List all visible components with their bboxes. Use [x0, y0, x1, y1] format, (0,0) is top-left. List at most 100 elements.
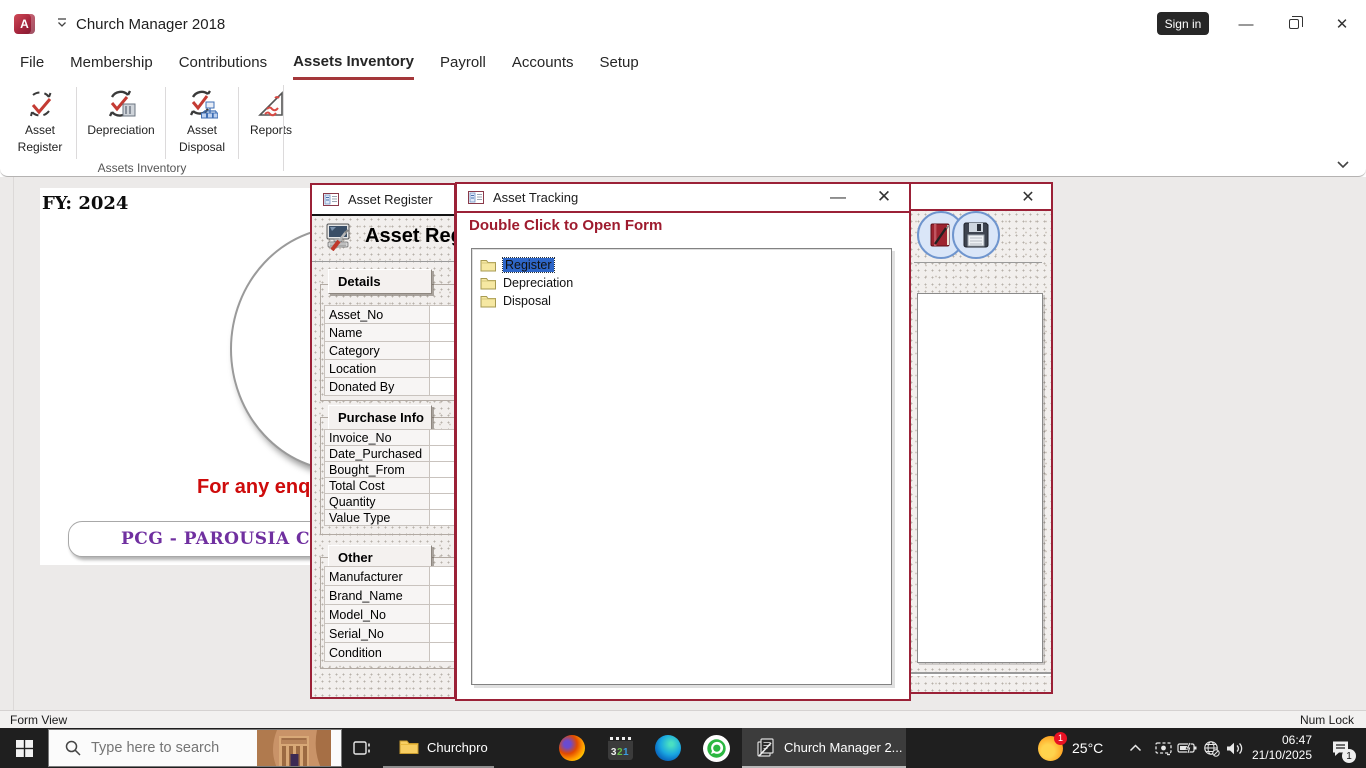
- field-row: Location: [324, 359, 456, 378]
- restore-button[interactable]: [1279, 10, 1309, 38]
- tab-contributions[interactable]: Contributions: [179, 48, 267, 80]
- church-banner-label: PCG - PAROUSIA C: [121, 529, 310, 549]
- depreciation-icon: [105, 88, 137, 120]
- sign-in-button[interactable]: Sign in: [1157, 12, 1209, 35]
- asset-register-button[interactable]: Asset Register: [8, 83, 72, 163]
- tree-item-register[interactable]: Register: [472, 256, 891, 274]
- asset-list-box[interactable]: [917, 293, 1043, 663]
- field-input[interactable]: [430, 604, 456, 624]
- notification-badge: 1: [1342, 749, 1356, 763]
- taskbar: Churchpro 321: [0, 728, 1366, 768]
- field-label: Category: [324, 341, 430, 360]
- field-label: Name: [324, 323, 430, 342]
- search-icon: [65, 740, 81, 756]
- minimize-button[interactable]: —: [1231, 10, 1261, 38]
- asset-register-header-title: Asset Reg: [365, 225, 456, 248]
- field-input[interactable]: [430, 509, 456, 526]
- start-button[interactable]: [0, 728, 48, 768]
- tab-assets-inventory[interactable]: Assets Inventory: [293, 48, 414, 80]
- tab-file[interactable]: File: [20, 48, 44, 80]
- tray-battery-button[interactable]: [1174, 728, 1200, 768]
- tree-item-depreciation[interactable]: Depreciation: [472, 274, 891, 292]
- reports-button[interactable]: Reports: [243, 83, 299, 163]
- tab-membership[interactable]: Membership: [70, 48, 153, 80]
- task-view-button[interactable]: [342, 728, 382, 768]
- clock-time: 06:47: [1282, 733, 1312, 748]
- taskbar-whatsapp-button[interactable]: [692, 728, 740, 768]
- field-input[interactable]: [430, 445, 456, 462]
- field-input[interactable]: [430, 477, 456, 494]
- field-input[interactable]: [430, 359, 456, 378]
- search-input[interactable]: [91, 740, 241, 756]
- field-label: Date_Purchased: [324, 445, 430, 462]
- search-highlight-image[interactable]: [257, 730, 331, 767]
- access-logo-icon: A: [14, 14, 35, 34]
- taskbar-weather-widget[interactable]: 1 25°C: [1038, 728, 1103, 768]
- minimize-window-button[interactable]: —: [827, 188, 849, 208]
- field-input[interactable]: [430, 305, 456, 324]
- tray-show-hidden-icons[interactable]: [1120, 728, 1150, 768]
- form-window-icon: [323, 193, 339, 206]
- field-input[interactable]: [430, 341, 456, 360]
- collapse-ribbon-icon[interactable]: [1336, 160, 1350, 169]
- asset-disposal-label-2: Disposal: [179, 140, 225, 154]
- field-row: Condition: [324, 642, 456, 662]
- taskbar-clock[interactable]: 06:47 21/10/2025: [1246, 728, 1312, 768]
- field-row: Category: [324, 341, 456, 360]
- field-input[interactable]: [430, 585, 456, 605]
- field-input[interactable]: [430, 377, 456, 396]
- asset-entry-window: ✕: [906, 182, 1053, 694]
- field-row: Invoice_No: [324, 429, 456, 446]
- depreciation-button[interactable]: Depreciation: [81, 83, 161, 163]
- asset-register-titlebar[interactable]: Asset Register: [312, 185, 454, 214]
- field-input[interactable]: [430, 623, 456, 643]
- field-input[interactable]: [430, 429, 456, 446]
- app-title: Church Manager 2018: [76, 16, 225, 33]
- tray-volume-button[interactable]: [1222, 728, 1248, 768]
- taskbar-media-player-button[interactable]: 321: [596, 728, 644, 768]
- field-input[interactable]: [430, 323, 456, 342]
- taskbar-churchpro-folder[interactable]: Churchpro: [383, 728, 494, 768]
- action-center-button[interactable]: 1: [1320, 728, 1360, 768]
- quick-access-dropdown-icon[interactable]: [56, 18, 68, 28]
- weather-temp-label: 25°C: [1072, 740, 1103, 756]
- media-player-321-icon: 321: [608, 736, 633, 760]
- asset-register-label-2: Register: [18, 140, 63, 154]
- tray-network-button[interactable]: [1198, 728, 1224, 768]
- tray-cast-display-button[interactable]: [1150, 728, 1176, 768]
- tab-setup[interactable]: Setup: [600, 48, 639, 80]
- taskbar-search-box[interactable]: [48, 729, 342, 767]
- field-input[interactable]: [430, 642, 456, 662]
- divider: [908, 672, 1051, 674]
- taskbar-church-manager-button[interactable]: Church Manager 2...: [742, 728, 906, 768]
- field-label: Model_No: [324, 604, 430, 624]
- field-label: Invoice_No: [324, 429, 430, 446]
- close-window-button[interactable]: ✕: [873, 186, 895, 208]
- field-input[interactable]: [430, 461, 456, 478]
- tab-payroll[interactable]: Payroll: [440, 48, 486, 80]
- taskbar-firefox-button[interactable]: [548, 728, 596, 768]
- fiscal-year-label: FY: 2024: [42, 193, 128, 214]
- asset-disposal-label-1: Asset: [187, 123, 217, 137]
- close-app-button[interactable]: ✕: [1327, 10, 1357, 38]
- field-input[interactable]: [430, 566, 456, 586]
- tab-accounts[interactable]: Accounts: [512, 48, 574, 80]
- details-section-header: Details: [328, 269, 432, 294]
- tree-item-label: Register: [503, 258, 554, 272]
- tree-item-disposal[interactable]: Disposal: [472, 292, 891, 310]
- field-row: Name: [324, 323, 456, 342]
- save-button[interactable]: [952, 211, 1000, 259]
- folder-icon: [480, 276, 497, 290]
- field-input[interactable]: [430, 493, 456, 510]
- save-icon: [962, 221, 990, 249]
- firefox-icon: [559, 735, 585, 761]
- taskbar-folder-label: Churchpro: [427, 740, 488, 755]
- asset-disposal-button[interactable]: Asset Disposal: [170, 83, 234, 163]
- close-window-button[interactable]: ✕: [1018, 187, 1038, 207]
- asset-register-window: Asset Register Asset Reg: [310, 183, 456, 699]
- field-label: Brand_Name: [324, 585, 430, 605]
- ribbon-tab-bar: File Membership Contributions Assets Inv…: [0, 48, 1366, 80]
- view-mode-label: Form View: [10, 713, 67, 727]
- taskbar-edge-button[interactable]: [644, 728, 692, 768]
- purchase-info-field-rows: Invoice_No Date_Purchased Bought_From To…: [324, 430, 456, 526]
